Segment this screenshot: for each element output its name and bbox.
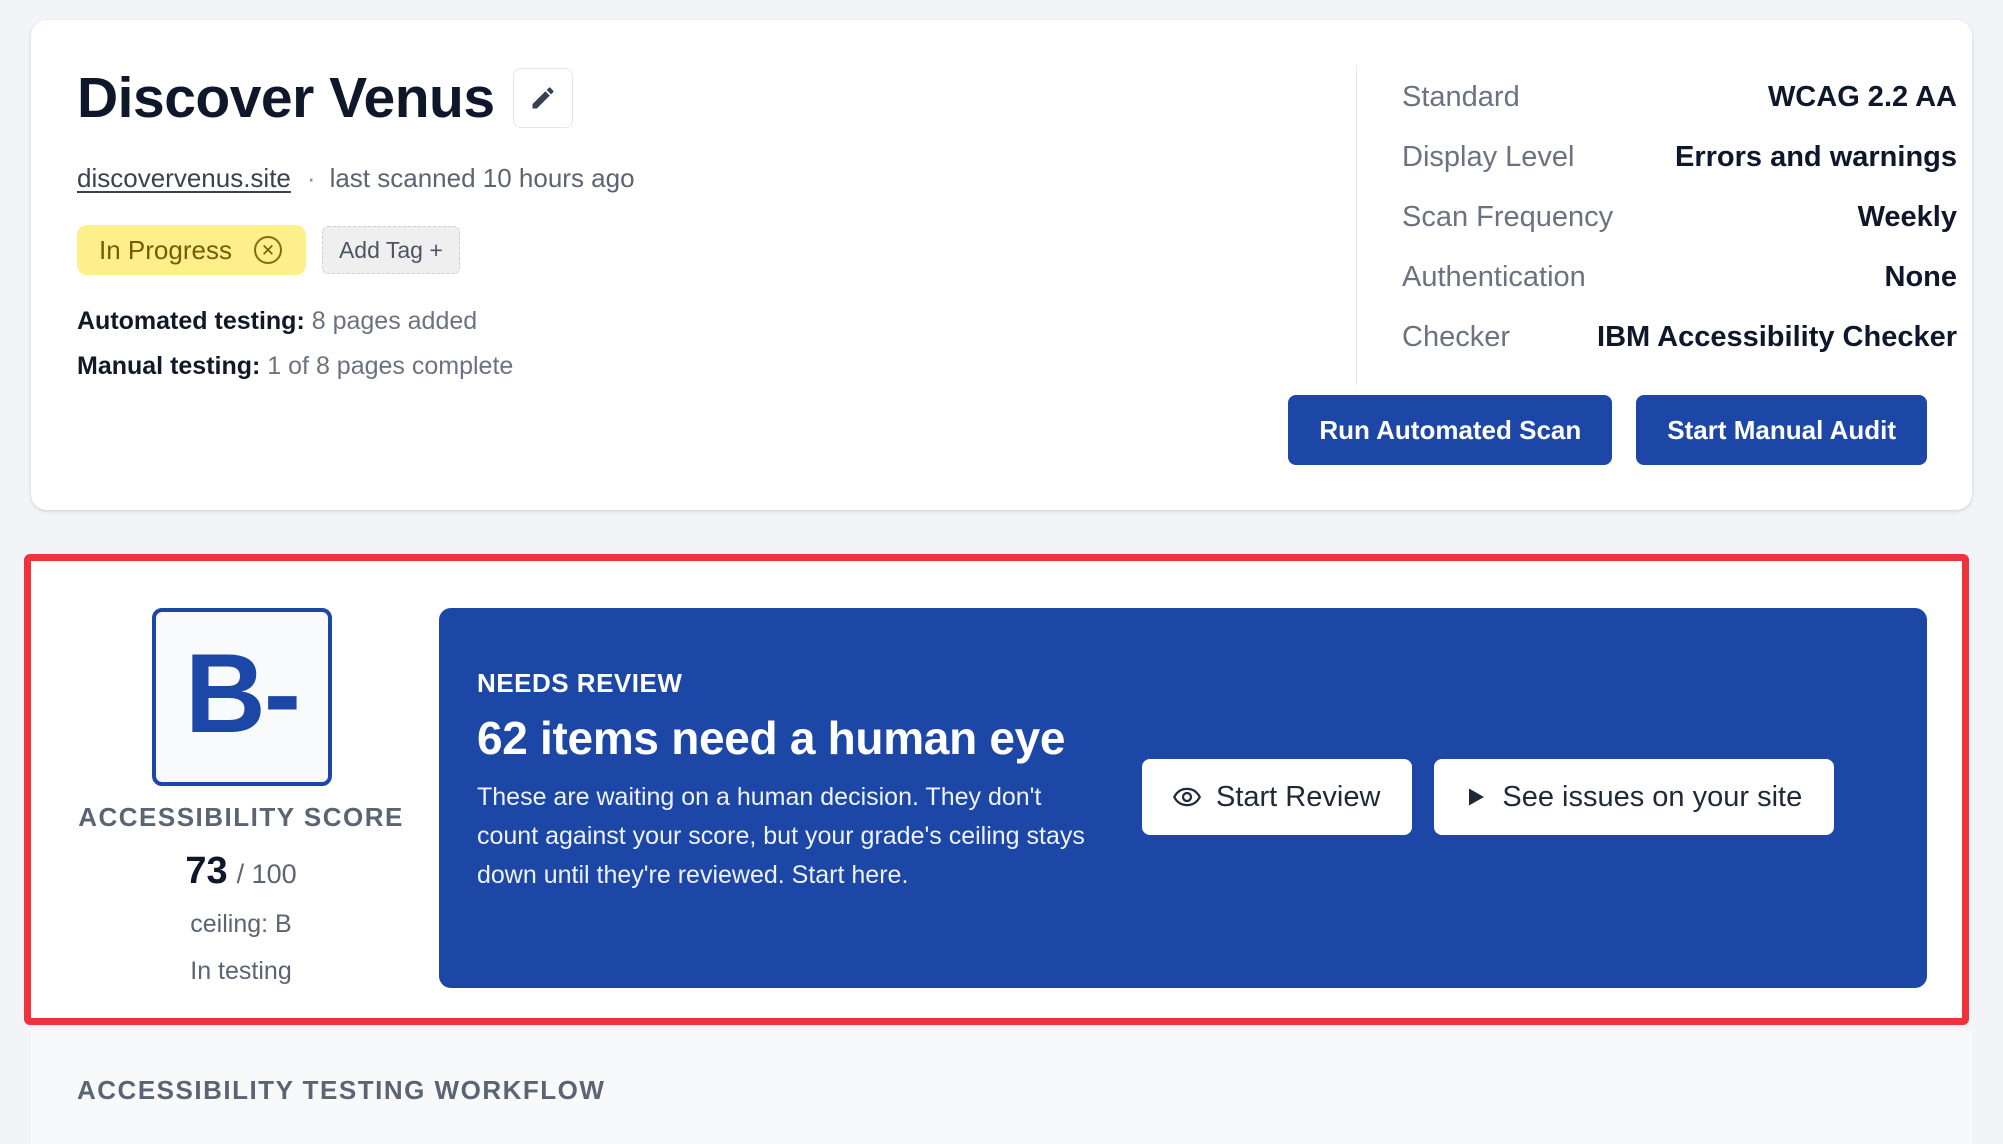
grade-letter: B- [184, 631, 301, 756]
setting-value: Errors and warnings [1674, 140, 1957, 173]
site-url-link[interactable]: discovervenus.site [77, 163, 291, 194]
setting-label: Authentication [1402, 260, 1586, 293]
setting-label: Display Level [1402, 140, 1575, 173]
setting-value: None [1884, 260, 1958, 293]
review-description: These are waiting on a human decision. T… [477, 783, 1085, 889]
edit-title-button[interactable] [512, 68, 573, 128]
vertical-divider [1356, 65, 1357, 385]
project-title: Discover Venus [77, 65, 495, 130]
status-badge-label: In Progress [99, 234, 232, 265]
automated-testing-label: Automated testing: [77, 307, 305, 335]
setting-label: Scan Frequency [1402, 200, 1614, 233]
project-actions: Run Automated Scan Start Manual Audit [1288, 395, 1927, 465]
setting-display-level: Display Level Errors and warnings [1402, 127, 1957, 187]
score-stage: In testing [190, 957, 292, 985]
review-actions: Start Review See issues on your site [1142, 759, 1835, 835]
automated-testing-line: Automated testing: 8 pages added [77, 307, 477, 336]
project-card: Discover Venus discovervenus.site · last… [31, 20, 1972, 510]
setting-value: Weekly [1857, 200, 1957, 233]
start-review-label: Start Review [1216, 780, 1381, 813]
automated-testing-value: 8 pages added [311, 307, 478, 335]
setting-standard: Standard WCAG 2.2 AA [1402, 67, 1957, 127]
start-manual-audit-button[interactable]: Start Manual Audit [1636, 395, 1927, 465]
setting-label: Checker [1402, 320, 1510, 353]
eye-icon [1172, 782, 1202, 812]
start-review-button[interactable]: Start Review [1142, 759, 1413, 835]
project-meta: discovervenus.site · last scanned 10 hou… [77, 163, 635, 194]
score-value-row: 73 / 100 [71, 852, 411, 890]
setting-checker: Checker IBM Accessibility Checker [1402, 307, 1957, 367]
manual-testing-value: 1 of 8 pages complete [267, 352, 514, 380]
setting-label: Standard [1402, 80, 1520, 113]
score-summary: ACCESSIBILITY SCORE 73 / 100 ceiling: B … [71, 804, 411, 984]
needs-review-panel: NEEDS REVIEW 62 items need a human eye T… [439, 608, 1927, 988]
score-ceiling: ceiling: B [190, 910, 292, 938]
score-max: / 100 [236, 859, 297, 889]
manual-testing-line: Manual testing: 1 of 8 pages complete [77, 352, 513, 381]
review-eyebrow: NEEDS REVIEW [477, 668, 683, 698]
setting-authentication: Authentication None [1402, 247, 1957, 307]
title-row: Discover Venus [77, 68, 573, 128]
manual-testing-label: Manual testing: [77, 352, 261, 380]
review-title: 62 items need a human eye [477, 712, 1066, 764]
workflow-section: ACCESSIBILITY TESTING WORKFLOW [31, 1030, 1972, 1144]
setting-value: WCAG 2.2 AA [1767, 80, 1957, 113]
score-value: 73 [185, 850, 228, 892]
see-issues-label: See issues on your site [1502, 780, 1803, 813]
workflow-heading: ACCESSIBILITY TESTING WORKFLOW [77, 1075, 606, 1105]
settings-list: Standard WCAG 2.2 AA Display Level Error… [1402, 67, 1957, 367]
setting-value: IBM Accessibility Checker [1597, 320, 1957, 353]
tag-row: In Progress ✕ Add Tag + [77, 225, 460, 275]
last-scanned-text: last scanned 10 hours ago [329, 163, 635, 193]
pencil-icon [532, 87, 554, 109]
setting-scan-frequency: Scan Frequency Weekly [1402, 187, 1957, 247]
meta-separator: · [306, 163, 316, 193]
score-section: B- ACCESSIBILITY SCORE 73 / 100 ceiling:… [24, 554, 1969, 1025]
play-icon [1464, 785, 1488, 809]
run-automated-scan-button[interactable]: Run Automated Scan [1288, 395, 1613, 465]
grade-box: B- [152, 608, 332, 786]
add-tag-button[interactable]: Add Tag + [321, 226, 460, 274]
status-badge: In Progress ✕ [77, 225, 306, 275]
score-heading: ACCESSIBILITY SCORE [78, 802, 404, 832]
close-circle-icon[interactable]: ✕ [253, 236, 282, 264]
see-issues-button[interactable]: See issues on your site [1434, 759, 1835, 835]
